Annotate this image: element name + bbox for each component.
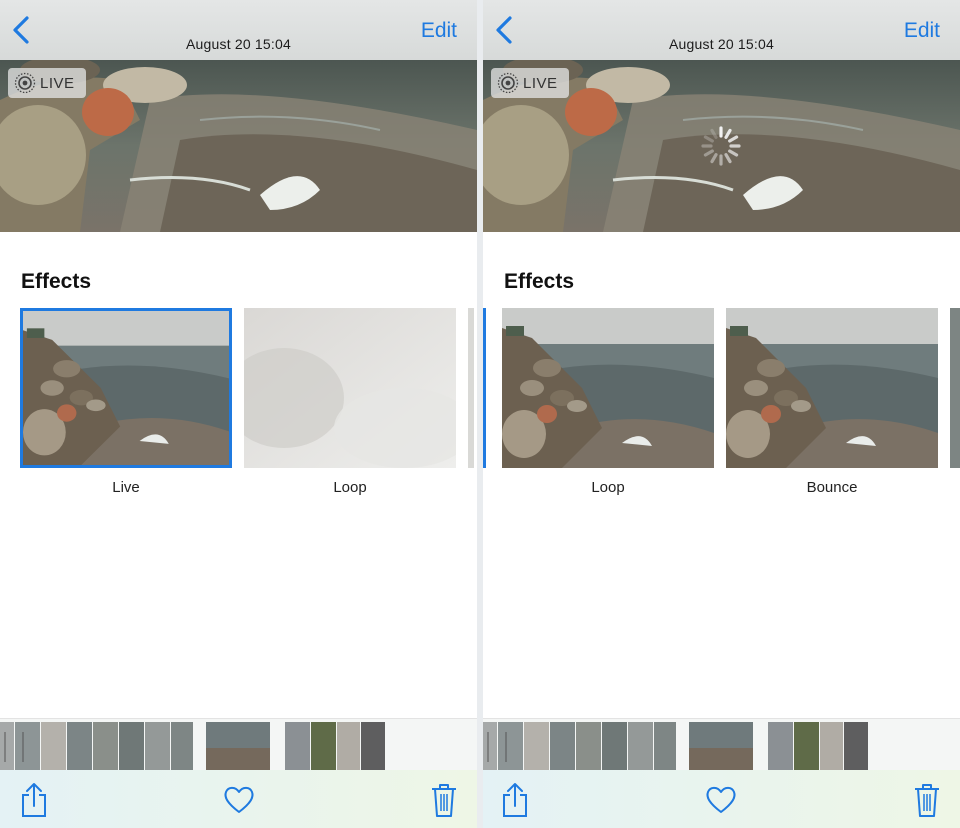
effects-carousel[interactable]: Loop Bounce xyxy=(483,308,960,508)
effects-title: Effects xyxy=(21,270,92,293)
heart-icon[interactable] xyxy=(704,782,738,818)
photo-viewer[interactable]: LIVE xyxy=(483,60,960,232)
live-badge-label: LIVE xyxy=(523,74,558,92)
photo-date: August 20 15:04 xyxy=(186,36,291,52)
thumbnail-strip[interactable] xyxy=(0,718,477,771)
trash-icon[interactable] xyxy=(911,782,943,818)
photo-viewer[interactable]: LIVE xyxy=(0,60,477,232)
activity-spinner-icon xyxy=(701,126,741,166)
edit-button[interactable]: Edit xyxy=(904,19,940,43)
photo-date: August 20 15:04 xyxy=(669,36,774,52)
bottom-toolbar xyxy=(0,770,477,828)
nav-bar: August 20 15:04 Edit xyxy=(483,0,960,60)
effect-loop-thumbnail[interactable] xyxy=(502,308,714,468)
live-photo-icon xyxy=(14,72,36,94)
effect-label: Loop xyxy=(591,479,625,496)
live-badge-label: LIVE xyxy=(40,74,75,92)
effect-label: Bounce xyxy=(806,479,858,496)
filmstrip-frames[interactable] xyxy=(483,722,873,770)
effect-loop-thumbnail[interactable] xyxy=(244,308,456,468)
effect-bounce-thumbnail[interactable] xyxy=(726,308,938,468)
live-badge[interactable]: LIVE xyxy=(8,68,86,98)
effect-next-thumbnail[interactable] xyxy=(468,308,477,468)
share-icon[interactable] xyxy=(18,782,50,818)
edit-button[interactable]: Edit xyxy=(421,19,457,43)
share-icon[interactable] xyxy=(499,782,531,818)
effects-carousel[interactable]: Live Loop xyxy=(0,308,477,508)
heart-icon[interactable] xyxy=(222,782,256,818)
effect-label: Loop xyxy=(333,479,367,496)
live-photo-icon xyxy=(497,72,519,94)
effect-label: Live xyxy=(112,479,140,496)
live-badge[interactable]: LIVE xyxy=(491,68,569,98)
screen-right: August 20 15:04 Edit LIVE Effects Loop B… xyxy=(483,0,960,828)
thumbnail-strip[interactable] xyxy=(483,718,960,771)
effect-next-thumbnail[interactable] xyxy=(950,308,960,468)
filmstrip-frames[interactable] xyxy=(0,722,390,770)
nav-bar: August 20 15:04 Edit xyxy=(0,0,477,60)
screen-left: August 20 15:04 Edit LIVE Effects Live L… xyxy=(0,0,477,828)
effects-title: Effects xyxy=(504,270,575,293)
bottom-toolbar xyxy=(483,770,960,828)
effect-prev-thumbnail[interactable] xyxy=(483,308,486,468)
effect-live-thumbnail[interactable] xyxy=(20,308,232,468)
trash-icon[interactable] xyxy=(428,782,460,818)
